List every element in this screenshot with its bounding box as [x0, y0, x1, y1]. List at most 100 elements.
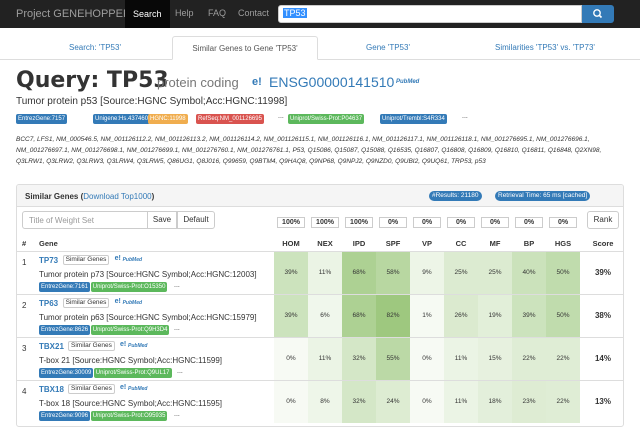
xref-badge[interactable]: EntrezGene:30009: [39, 368, 94, 378]
table-row: 3 TBX21 Similar Genes e! PubMed T-box 21 [Sou…: [17, 337, 623, 380]
gene-type: protein coding: [157, 75, 239, 90]
column-header-hgs: HGS: [554, 239, 572, 248]
weight-input-mf[interactable]: 0%: [481, 217, 509, 228]
weight-set-title-input[interactable]: Title of Weight Set: [22, 211, 148, 229]
score-cell-hgs: 22%: [546, 381, 580, 423]
score-cell-cc: 11%: [444, 381, 478, 423]
total-score: 39%: [594, 268, 611, 277]
weight-input-vp[interactable]: 0%: [413, 217, 441, 228]
weight-input-bp[interactable]: 0%: [515, 217, 543, 228]
pubmed-icon[interactable]: PubMed: [128, 386, 147, 392]
search-input[interactable]: TP53: [278, 5, 582, 23]
table-row: 2 TP63 Similar Genes e! PubMed Tumor protein …: [17, 294, 623, 337]
weight-input-ipd[interactable]: 100%: [345, 217, 373, 228]
more-ellipsis[interactable]: ...: [278, 113, 284, 120]
column-header-hom: HOM: [282, 239, 300, 248]
column-header-score: Score: [592, 239, 614, 248]
column-header-spf: SPF: [385, 239, 401, 248]
score-cell-hgs: 50%: [546, 252, 580, 294]
gene-symbol-link[interactable]: TP73: [39, 256, 58, 265]
download-link[interactable]: Download Top1000: [83, 192, 151, 201]
score-cell-vp: 9%: [410, 252, 444, 294]
more-ellipsis[interactable]: ...: [174, 325, 180, 332]
xref-badge[interactable]: Unigene:Hs.437460: [93, 114, 151, 124]
row-number: 4: [22, 387, 27, 396]
gene-symbol-link[interactable]: TBX21: [39, 342, 64, 351]
gene-symbol-link[interactable]: TBX18: [39, 385, 64, 394]
weight-input-hgs[interactable]: 0%: [549, 217, 577, 228]
similar-genes-button[interactable]: Similar Genes: [62, 298, 110, 308]
column-header-bp: BP: [523, 239, 535, 248]
weight-input-spf[interactable]: 0%: [379, 217, 407, 228]
default-button[interactable]: Default: [177, 211, 215, 229]
nav-help[interactable]: Help: [175, 8, 194, 18]
score-cell-hom: 39%: [274, 252, 308, 294]
gene-description: T-box 18 [Source:HGNC Symbol;Acc:HGNC:11…: [39, 399, 223, 408]
more-ellipsis[interactable]: ...: [462, 113, 468, 120]
nav-search[interactable]: Search: [125, 0, 170, 28]
xref-badge[interactable]: EntrezGene:7157: [16, 114, 68, 124]
nav-faq[interactable]: FAQ: [208, 8, 226, 18]
more-ellipsis[interactable]: ...: [174, 282, 180, 289]
brand-logo[interactable]: Project GENEHOPPER: [16, 8, 131, 20]
tab-similar-genes[interactable]: Similar Genes to Gene 'TP53': [172, 36, 318, 60]
column-header-cc: CC: [455, 239, 467, 248]
tab-search[interactable]: Search: 'TP53': [20, 36, 170, 60]
search-button[interactable]: [582, 5, 614, 23]
more-ellipsis[interactable]: ...: [177, 368, 183, 375]
xref-badge[interactable]: Uniprot/Swiss-Prot:O15350: [90, 282, 168, 292]
save-button[interactable]: Save: [147, 211, 177, 229]
score-cell-bp: 22%: [512, 338, 546, 380]
score-cell-ipd: 68%: [342, 252, 376, 294]
pubmed-icon[interactable]: PubMed: [123, 300, 142, 306]
score-cell-mf: 18%: [478, 381, 512, 423]
xref-badge[interactable]: RefSeq:NM_001126695: [196, 114, 264, 124]
gene-symbol-link[interactable]: TP63: [39, 299, 58, 308]
similar-genes-button[interactable]: Similar Genes: [68, 384, 115, 394]
xref-badge[interactable]: Uniprot/Swiss-Prot:Q9UL17: [93, 368, 172, 378]
external-link-icon[interactable]: e!: [115, 298, 121, 305]
more-ellipsis[interactable]: ...: [174, 411, 180, 418]
xref-badge[interactable]: Uniprot/Trembl:S4R334: [380, 114, 447, 124]
similar-genes-button[interactable]: Similar Genes: [68, 341, 115, 351]
column-header-nex: NEX: [317, 239, 333, 248]
xref-badge[interactable]: EntrezGene:7161: [39, 282, 91, 292]
pubmed-icon[interactable]: PubMed: [396, 79, 419, 85]
column-header-mf: MF: [489, 239, 501, 248]
accession-list: BCC7, LFS1, NM_000546.5, NM_001126112.2,…: [16, 136, 602, 165]
row-number: 2: [22, 301, 27, 310]
xref-badge[interactable]: EntrezGene:9096: [39, 411, 91, 421]
pubmed-icon[interactable]: PubMed: [128, 343, 147, 349]
external-link-icon[interactable]: e!: [115, 255, 121, 262]
xref-badge[interactable]: EntrezGene:8626: [39, 325, 91, 335]
xref-badge[interactable]: Uniprot/Swiss-Prot:Q9H3D4: [90, 325, 170, 335]
xref-badge[interactable]: HGNC:11998: [148, 114, 188, 124]
score-cell-spf: 82%: [376, 295, 410, 337]
score-cell-mf: 15%: [478, 338, 512, 380]
weight-input-nex[interactable]: 100%: [311, 217, 339, 228]
weight-input-hom[interactable]: 100%: [277, 217, 305, 228]
retrieval-time-badge: Retrieval Time: 65 ms [cached]: [495, 191, 591, 201]
rank-button[interactable]: Rank: [587, 211, 619, 229]
score-cell-bp: 23%: [512, 381, 546, 423]
external-link-icon[interactable]: e!: [120, 384, 126, 391]
similar-genes-button[interactable]: Similar Genes: [62, 255, 110, 265]
panel-title: Similar Genes (Download Top1000): [25, 192, 155, 201]
score-cell-vp: 1%: [410, 295, 444, 337]
panel-heading: Similar Genes (Download Top1000) #Result…: [17, 185, 623, 207]
tab-similarities[interactable]: Similarities 'TP53' vs. 'TP73': [460, 36, 630, 60]
score-cell-vp: 0%: [410, 381, 444, 423]
score-cell-hom: 39%: [274, 295, 308, 337]
tab-gene[interactable]: Gene 'TP53': [318, 36, 458, 60]
ensembl-link[interactable]: ENSG00000141510: [269, 74, 394, 90]
xref-badge[interactable]: Uniprot/Swiss-Prot:P04637: [288, 114, 365, 124]
xref-badge[interactable]: Uniprot/Swiss-Prot:O95935: [90, 411, 168, 421]
score-cell-nex: 6%: [308, 295, 342, 337]
pubmed-icon[interactable]: PubMed: [123, 257, 142, 263]
nav-contact[interactable]: Contact: [238, 8, 269, 18]
score-cell-cc: 25%: [444, 252, 478, 294]
weight-input-cc[interactable]: 0%: [447, 217, 475, 228]
external-link-icon[interactable]: e!: [252, 76, 262, 88]
score-cell-ipd: 32%: [342, 338, 376, 380]
external-link-icon[interactable]: e!: [120, 341, 126, 348]
